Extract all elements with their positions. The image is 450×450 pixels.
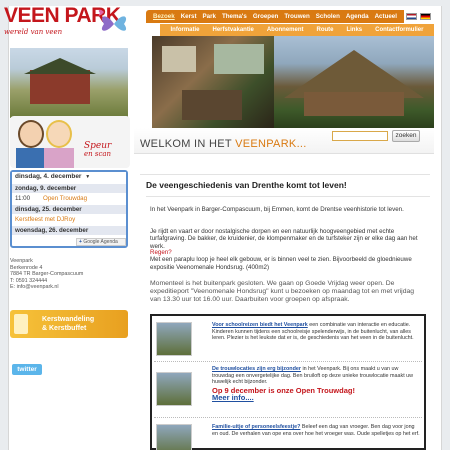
news-link[interactable]: Voor schoolreizen biedt het Veenpark	[212, 322, 308, 328]
meer-info-link[interactable]: Meer info....	[212, 394, 420, 402]
event-title: Kerstfeest met DJRoy	[15, 216, 76, 223]
flag-de-icon[interactable]	[420, 13, 431, 20]
nav-item-groepen[interactable]: Groepen	[253, 13, 278, 20]
speur-line2: en scan	[84, 150, 112, 158]
speur-line1: Speur	[84, 141, 112, 151]
nav-item-actueel[interactable]: Actueel	[375, 13, 397, 20]
regen-paragraph: Regen? Met een paraplu loop je heel elk …	[150, 249, 426, 271]
regen-text: Met een paraplu loop je heel elk gebouw,…	[150, 256, 412, 271]
address-line: Berkenrode 4	[10, 264, 43, 271]
nav-item-links[interactable]: Links	[346, 27, 362, 33]
twitter-button[interactable]: twitter	[12, 364, 42, 375]
calendar-event[interactable]: Kerstfeest met DJRoy	[12, 215, 126, 224]
nav-item-scholen[interactable]: Scholen	[316, 13, 340, 20]
notice-paragraph: Momenteel is het buitenpark gesloten. We…	[150, 280, 415, 303]
address-email[interactable]: E: info@veenpark.nl	[10, 284, 120, 291]
nav-item-bezoek[interactable]: Bezoek	[153, 13, 175, 20]
welcome-prefix: WELKOM IN HET	[140, 138, 232, 150]
calendar-event[interactable]: 11:00 Open Trouwdag	[12, 194, 126, 203]
news-link[interactable]: De trouwlocaties zijn erg bijzonder	[212, 366, 301, 372]
event-time: 11:00	[15, 195, 31, 202]
address-line: T: 0591 324444	[10, 277, 48, 284]
nav-item-route[interactable]: Route	[316, 27, 333, 33]
page-title: De veengeschiedenis van Drenthe komt tot…	[146, 180, 347, 190]
header-photo-farmhouse	[274, 36, 434, 128]
nav-item-contactformulier[interactable]: Contactformulier	[375, 27, 423, 33]
flag-nl-icon[interactable]	[406, 13, 417, 20]
news-link[interactable]: Familie-uitje of personeelsfeestje?	[212, 424, 300, 430]
news-thumbnail[interactable]	[156, 372, 192, 406]
header-photo-interior	[152, 36, 274, 128]
welcome-title: WELKOM IN HET VEENPARK...	[140, 138, 307, 150]
news-text: De trouwlocaties zijn erg bijzonder in h…	[212, 366, 420, 401]
nav-item-informatie[interactable]: Informatie	[170, 27, 199, 33]
search-input[interactable]	[332, 131, 388, 141]
nav-item-kerst[interactable]: Kerst	[181, 13, 197, 20]
address-line: Veenpark	[10, 258, 33, 264]
calendar-header-date: dinsdag, 4. december	[15, 173, 82, 180]
address-line: 7884 TR Barger-Compascuum	[10, 271, 84, 278]
google-agenda-label: Google Agenda	[83, 239, 118, 245]
calendar-date-row: dinsdag, 25. december	[12, 205, 126, 214]
address-block: Veenpark Berkenrode 4 7884 TR Barger-Com…	[10, 258, 120, 292]
news-text: Voor schoolreizen biedt het Veenpark een…	[212, 322, 420, 342]
header-photo-village	[10, 48, 128, 118]
nav-item-agenda[interactable]: Agenda	[346, 13, 369, 20]
kerst-line1: Kerstwandeling	[42, 316, 95, 323]
speur-en-scan-label[interactable]: Speur en scan	[84, 141, 112, 159]
regen-label: Regen?	[150, 249, 172, 256]
nav-item-park[interactable]: Park	[203, 13, 216, 20]
nav-item-abonnement[interactable]: Abonnement	[267, 27, 304, 33]
search-button[interactable]: zoeken	[392, 130, 420, 142]
calendar-header[interactable]: dinsdag, 4. december ▼	[12, 172, 126, 182]
kids-illustration[interactable]	[10, 116, 130, 168]
butterfly-icon	[98, 9, 127, 31]
nav-item-themas[interactable]: Thema's	[222, 13, 247, 20]
primary-nav: Bezoek Kerst Park Thema's Groepen Trouwe…	[146, 10, 404, 23]
nav-item-herfstvakantie[interactable]: Herfstvakantie	[212, 27, 253, 33]
description-paragraph: Je rijdt en vaart er door nostalgische d…	[150, 228, 418, 250]
divider	[146, 196, 430, 197]
calendar-date-row: woensdag, 26. december	[12, 226, 126, 235]
event-title: Open Trouwdag	[43, 195, 88, 202]
intro-paragraph: In het Veenpark in Barger-Compascuum, bi…	[150, 206, 404, 213]
welcome-brand: VEENPARK...	[235, 138, 307, 150]
calendar-date-row: zondag, 9. december	[12, 184, 126, 193]
nav-item-trouwen[interactable]: Trouwen	[284, 13, 309, 20]
gift-icon	[14, 314, 28, 334]
language-flags	[404, 10, 434, 23]
kerst-line2: & Kerstbuffet	[42, 325, 87, 332]
google-agenda-badge[interactable]: + Google Agenda	[76, 238, 126, 246]
plus-icon: +	[79, 239, 82, 245]
secondary-nav: Informatie Herfstvakantie Abonnement Rou…	[160, 24, 434, 36]
news-thumbnail[interactable]	[156, 424, 192, 450]
news-text: Familie-uitje of personeelsfeestje? Bele…	[212, 424, 420, 437]
news-thumbnail[interactable]	[156, 322, 192, 356]
chevron-down-icon[interactable]: ▼	[85, 174, 90, 180]
